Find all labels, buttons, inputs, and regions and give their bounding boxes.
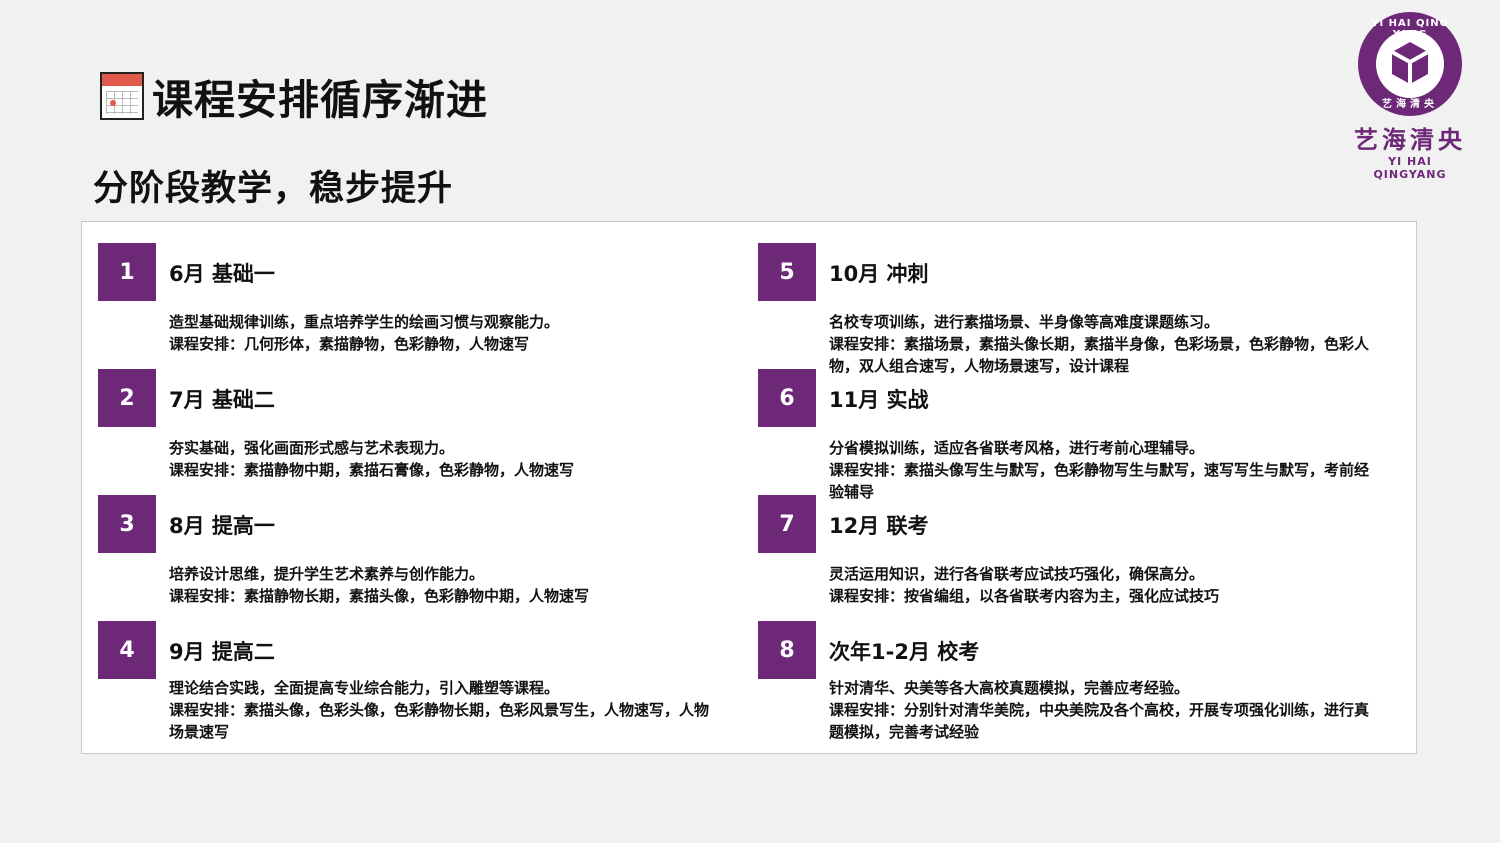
page-title: 课程安排循序渐进 xyxy=(152,76,488,124)
stage-title: 7月 基础二 xyxy=(169,388,275,412)
page-subtitle: 分阶段教学，稳步提升 xyxy=(93,169,454,209)
stage-title: 12月 联考 xyxy=(829,514,929,538)
stage-description: 针对清华、央美等各大高校真题模拟，完善应考经验。 课程安排：分别针对清华美院，中… xyxy=(829,677,1369,743)
stage-title: 8月 提高一 xyxy=(169,514,275,538)
stage-summary: 灵活运用知识，进行各省联考应试技巧强化，确保高分。 xyxy=(829,565,1205,583)
stage-title: 9月 提高二 xyxy=(169,640,275,664)
stage-summary: 理论结合实践，全面提高专业综合能力，引入雕塑等课程。 xyxy=(169,679,560,697)
stage-plan: 课程安排：素描静物中期，素描石膏像，色彩静物，人物速写 xyxy=(169,461,575,479)
brand-logo: YI HAI QING YANG 艺海清央 艺海清央 YI HAI QINGYA… xyxy=(1350,12,1470,181)
stage-summary: 分省模拟训练，适应各省联考风格，进行考前心理辅导。 xyxy=(829,439,1205,457)
stage-description: 培养设计思维，提升学生艺术素养与创作能力。 课程安排：素描静物长期，素描头像，色… xyxy=(169,563,709,607)
stage-description: 夯实基础，强化画面形式感与艺术表现力。 课程安排：素描静物中期，素描石膏像，色彩… xyxy=(169,437,709,481)
title-row: 课程安排循序渐进 xyxy=(100,66,488,126)
stage-description: 灵活运用知识，进行各省联考应试技巧强化，确保高分。 课程安排：按省编组，以各省联… xyxy=(829,563,1369,607)
stage-number: 1 xyxy=(98,243,156,301)
schedule-panel: 1 6月 基础一 造型基础规律训练，重点培养学生的绘画习惯与观察能力。 课程安排… xyxy=(81,221,1417,754)
stage-number: 6 xyxy=(758,369,816,427)
stage-title: 6月 基础一 xyxy=(169,262,275,286)
stage-number: 3 xyxy=(98,495,156,553)
logo-ring-top: YI HAI QING YANG xyxy=(1371,18,1449,40)
stage-summary: 培养设计思维，提升学生艺术素养与创作能力。 xyxy=(169,565,485,583)
stage-number: 5 xyxy=(758,243,816,301)
stage-summary: 造型基础规律训练，重点培养学生的绘画习惯与观察能力。 xyxy=(169,313,560,331)
stage-summary: 夯实基础，强化画面形式感与艺术表现力。 xyxy=(169,439,455,457)
stage-number: 7 xyxy=(758,495,816,553)
stage-title: 次年1-2月 校考 xyxy=(829,640,980,664)
logo-emblem: YI HAI QING YANG 艺海清央 xyxy=(1358,12,1462,116)
cube-icon xyxy=(1391,42,1429,84)
stage-description: 理论结合实践，全面提高专业综合能力，引入雕塑等课程。 课程安排：素描头像，色彩头… xyxy=(169,677,709,743)
stage-plan: 课程安排：分别针对清华美院，中央美院及各个高校，开展专项强化训练，进行真题模拟，… xyxy=(829,701,1370,741)
stage-plan: 课程安排：按省编组，以各省联考内容为主，强化应试技巧 xyxy=(829,587,1220,605)
stage-number: 4 xyxy=(98,621,156,679)
stage-title: 11月 实战 xyxy=(829,388,929,412)
calendar-icon xyxy=(100,72,144,120)
logo-name-cn: 艺海清央 xyxy=(1354,126,1466,154)
stage-summary: 名校专项训练，进行素描场景、半身像等高难度课题练习。 xyxy=(829,313,1220,331)
stage-plan: 课程安排：素描静物长期，素描头像，色彩静物中期，人物速写 xyxy=(169,587,590,605)
stage-summary: 针对清华、央美等各大高校真题模拟，完善应考经验。 xyxy=(829,679,1190,697)
stage-number: 8 xyxy=(758,621,816,679)
stage-title: 10月 冲刺 xyxy=(829,262,929,286)
stage-description: 分省模拟训练，适应各省联考风格，进行考前心理辅导。 课程安排：素描头像写生与默写… xyxy=(829,437,1369,503)
stage-plan: 课程安排：素描头像，色彩头像，色彩静物长期，色彩风景写生，人物速写，人物场景速写 xyxy=(169,701,710,741)
stage-plan: 课程安排：素描头像写生与默写，色彩静物写生与默写，速写写生与默写，考前经验辅导 xyxy=(829,461,1370,501)
stage-plan: 课程安排：素描场景，素描头像长期，素描半身像，色彩场景，色彩静物，色彩人物，双人… xyxy=(829,335,1370,375)
logo-ring-bottom: 艺海清央 xyxy=(1382,99,1438,110)
stage-plan: 课程安排：几何形体，素描静物，色彩静物，人物速写 xyxy=(169,335,530,353)
stage-description: 造型基础规律训练，重点培养学生的绘画习惯与观察能力。 课程安排：几何形体，素描静… xyxy=(169,311,709,355)
stage-description: 名校专项训练，进行素描场景、半身像等高难度课题练习。 课程安排：素描场景，素描头… xyxy=(829,311,1369,377)
stage-number: 2 xyxy=(98,369,156,427)
logo-name-en: YI HAI QINGYANG xyxy=(1373,155,1447,181)
